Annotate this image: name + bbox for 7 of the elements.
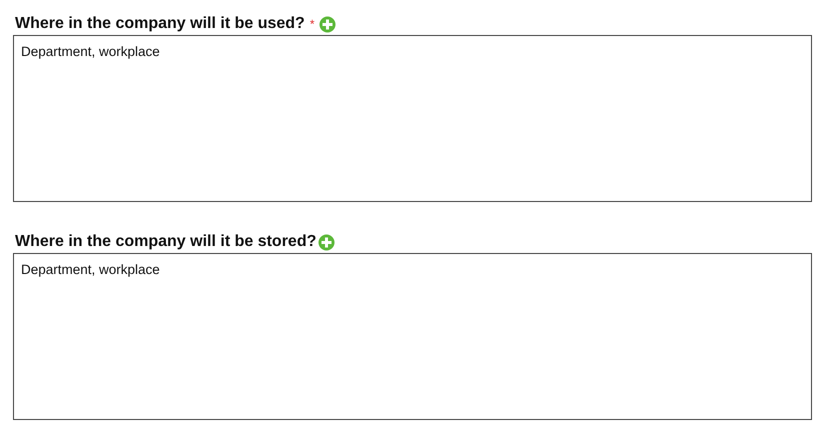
text-area[interactable]: Department, workplace — [13, 35, 812, 202]
field-label: Where in the company will it be stored? — [15, 233, 316, 251]
required-mark: * — [310, 17, 314, 31]
add-icon[interactable] — [318, 16, 336, 32]
field-label: Where in the company will it be used? — [15, 15, 305, 33]
add-icon[interactable] — [318, 234, 336, 250]
text-area[interactable]: Department, workplace — [13, 253, 812, 420]
